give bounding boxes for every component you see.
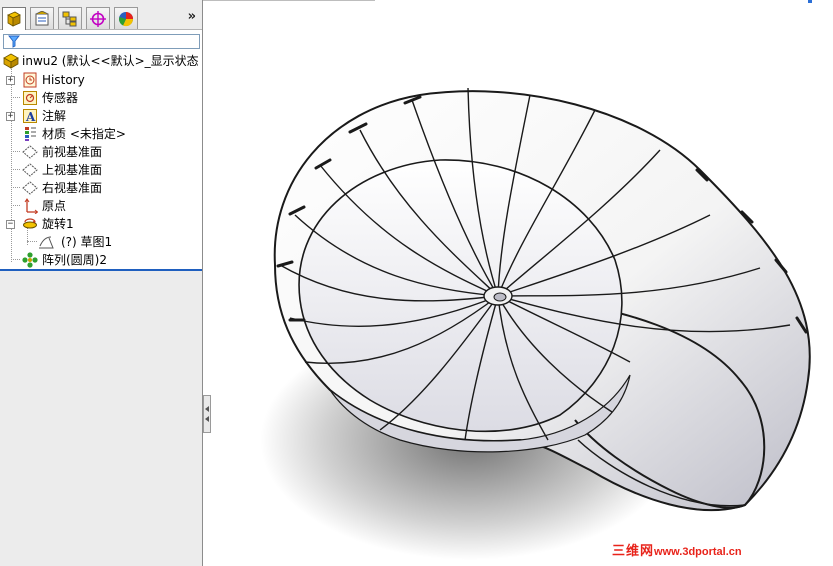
tree-item-circular-pattern2[interactable]: 阵列(圆周)2 — [0, 251, 202, 269]
feature-manager-panel: » inwu2 (默认<<默认>_显示状态 + History 传感器 + A … — [0, 0, 203, 566]
tree-item-front-plane[interactable]: 前视基准面 — [0, 143, 202, 161]
featuremanager-tab[interactable] — [2, 7, 26, 30]
tree-item-annotations[interactable]: + A 注解 — [0, 107, 202, 125]
tree-root-part[interactable]: inwu2 (默认<<默认>_显示状态 — [0, 52, 202, 70]
dimxpert-tab[interactable] — [86, 7, 110, 29]
origin-icon — [24, 198, 38, 214]
tree-item-label: History — [42, 73, 85, 87]
sensor-icon — [23, 91, 37, 105]
configurationmanager-icon — [62, 11, 77, 26]
tree-item-label: 阵列(圆周)2 — [42, 253, 107, 267]
tree-item-label: 前视基准面 — [42, 145, 103, 159]
revolve-icon — [23, 218, 37, 229]
tree-item-top-plane[interactable]: 上视基准面 — [0, 161, 202, 179]
plane-icon — [22, 181, 38, 195]
panel-empty-area — [0, 270, 202, 566]
tree-item-label: 旋转1 — [42, 217, 74, 231]
tree-item-sensors[interactable]: 传感器 — [0, 89, 202, 107]
tree-item-label: 上视基准面 — [42, 163, 103, 177]
expand-toggle[interactable]: + — [6, 112, 15, 121]
displaymanager-tab[interactable] — [114, 7, 138, 29]
annotation-icon: A — [23, 109, 37, 124]
graphics-viewport[interactable]: 三维网www.3dportal.cn — [204, 0, 833, 566]
propertymanager-tab[interactable] — [30, 7, 54, 29]
watermark: 三维网www.3dportal.cn — [612, 541, 742, 561]
tree-item-sketch1[interactable]: (?) 草图1 — [0, 233, 202, 251]
feature-filter-input[interactable] — [3, 34, 200, 49]
tree-item-label: 原点 — [42, 199, 67, 213]
propertymanager-icon — [35, 10, 49, 25]
rollback-bar[interactable] — [0, 269, 202, 271]
filter-icon — [8, 35, 20, 48]
part-icon — [3, 53, 19, 69]
manager-tabbar: » — [0, 0, 202, 30]
tree-item-label: 传感器 — [42, 91, 79, 105]
tree-item-label: (?) 草图1 — [61, 235, 113, 249]
tree-item-origin[interactable]: 原点 — [0, 197, 202, 215]
watermark-url: www.3dportal.cn — [654, 546, 742, 558]
featuremanager-icon — [7, 11, 21, 27]
tree-item-history[interactable]: + History — [0, 71, 202, 89]
tree-item-material[interactable]: 材质 <未指定> — [0, 125, 202, 143]
tree-item-label: 右视基准面 — [42, 181, 103, 195]
material-icon — [25, 127, 36, 141]
watermark-brand: 三维网 — [612, 544, 655, 559]
tree-item-revolve1[interactable]: − 旋转1 — [0, 215, 202, 233]
displaymanager-icon — [119, 11, 134, 26]
tree-item-right-plane[interactable]: 右视基准面 — [0, 179, 202, 197]
shell-center-hub-inner — [493, 292, 507, 302]
plane-icon — [22, 145, 38, 159]
circular-pattern-icon — [22, 252, 38, 268]
tree-item-label: 注解 — [42, 109, 67, 123]
configurationmanager-tab[interactable] — [58, 7, 82, 29]
shell-model-render — [260, 87, 811, 560]
svg-text:A: A — [25, 110, 36, 124]
tree-item-label: 材质 <未指定> — [42, 127, 126, 141]
plane-icon — [22, 163, 38, 177]
sketch-icon — [39, 236, 54, 249]
dimxpert-icon — [90, 10, 106, 27]
more-tabs-button[interactable]: » — [188, 9, 196, 24]
solidworks-window: » inwu2 (默认<<默认>_显示状态 + History 传感器 + A … — [0, 0, 833, 566]
expand-toggle[interactable]: + — [6, 76, 15, 85]
tree-root-label: inwu2 (默认<<默认>_显示状态 — [22, 54, 199, 68]
history-icon — [23, 72, 37, 88]
collapse-toggle[interactable]: − — [6, 220, 15, 229]
